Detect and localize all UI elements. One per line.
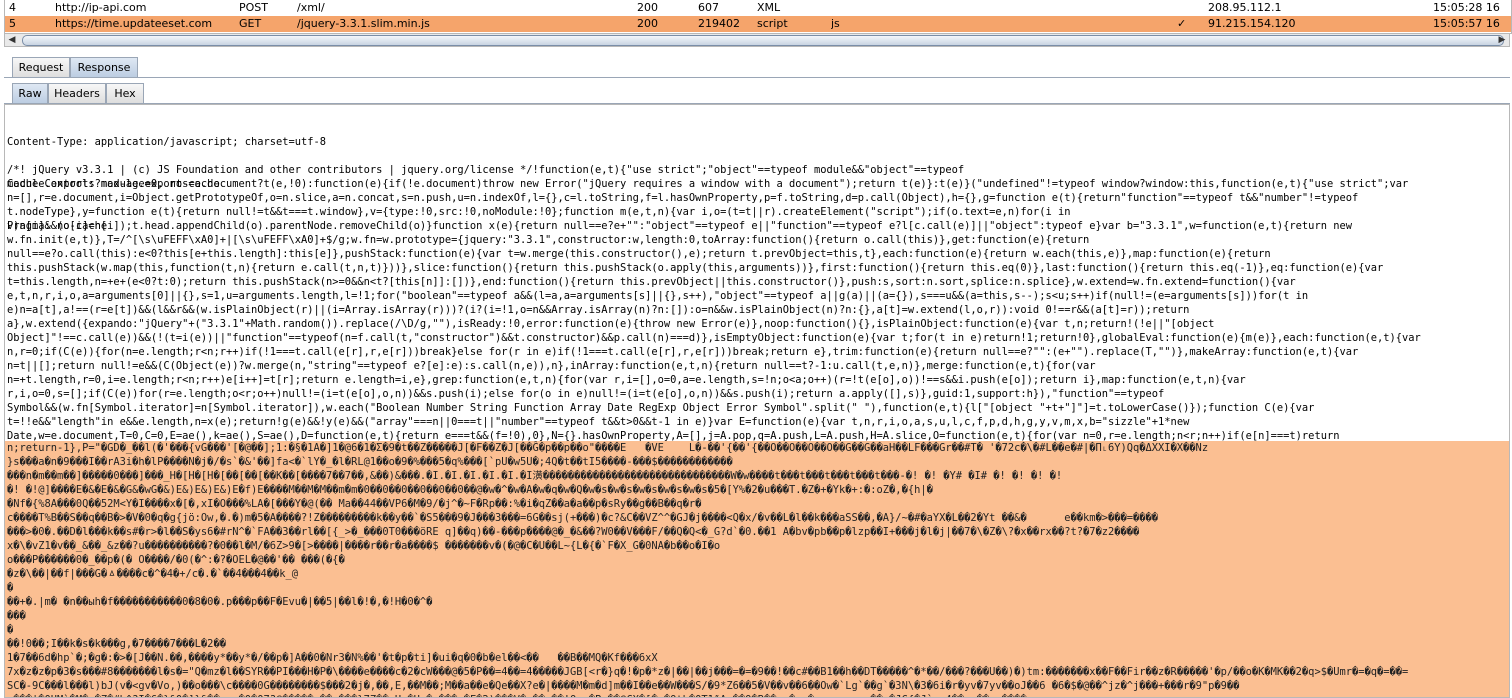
binary-line: o���P������0�_��p�(� O����/�0(�^:�?�OEL�… (7, 554, 345, 566)
binary-line: n;return-1},P="�GD�_��l(�'���{vG���'[�@�… (7, 442, 1209, 454)
row-ip: 91.215.154.120 (1208, 17, 1296, 30)
binary-line: SC�-9C���l���l)bJ(v�<gv�Vo,)��o���\c����… (7, 680, 1240, 692)
javascript-source: /*! jQuery v3.3.1 | (c) JS Foundation an… (7, 163, 1421, 457)
binary-line: }s���a�n�9���I��rA3i�h�lP����N�j�/�s`�&'… (7, 456, 733, 468)
row-mime: XML (757, 1, 781, 14)
binary-line: ��+�.|m� �n��ыh�f�����������0�8�0�.p���p… (7, 596, 433, 608)
binary-line: ���n�m��m��]�����0���]���_H�[H�[H�[��[��… (7, 470, 1063, 482)
js-line: t=this.length,n=+e+(e<0?t:0);return this… (7, 276, 1296, 288)
js-line: this.pushStack(w.map(this,function(t,n){… (7, 262, 1384, 274)
js-line: null==e?o.call(this):e<0?this[e+this.len… (7, 248, 1271, 260)
row-host: http://ip-api.com (55, 1, 147, 14)
scroll-left-icon[interactable]: ◀ (6, 34, 18, 46)
row-mime: script (757, 17, 788, 30)
binary-line: ��� (7, 610, 26, 622)
row-time: 15:05:28 16 (1433, 1, 1500, 14)
row-check: ✓ (1177, 17, 1187, 30)
row-number: 5 (9, 17, 16, 30)
binary-line: c����T%B��S��q��B�>�V�0�q�g{jӧ:Ow,�.�)m�… (7, 512, 1159, 524)
binary-line: x�\�vZ1�v��_&��_&z��?u����������?�0��l�M… (7, 540, 721, 552)
tab-hex[interactable]: Hex (106, 83, 144, 103)
js-line: n,r=0;if(C(e)){for(n=e.length;r<n;r++)if… (7, 346, 1359, 358)
row-check (1177, 0, 1197, 16)
js-line: r,i,o=0,s=[];if(C(e))for(r=e.length;o<r;… (7, 388, 1165, 400)
binary-line: �z�\��|��f|���G�ㅿ����c�^�4�+/c�.�`��4���… (7, 568, 299, 580)
js-line: /*! jQuery v3.3.1 | (c) JS Foundation an… (7, 164, 965, 176)
binary-line: � (7, 582, 14, 594)
js-line: t.nodeType},y=function e(t){return null!… (7, 206, 1071, 218)
row-url: /xml/ (297, 1, 325, 14)
scroll-right-icon[interactable]: ▶ (1496, 34, 1508, 46)
header-line: Content-Type: application/javascript; ch… (7, 136, 327, 148)
js-line: n=t||[];return null!=e&&(C(Object(e))?w.… (7, 360, 1096, 372)
row-url: /jquery-3.3.1.slim.min.js (297, 17, 430, 30)
row-method: GET (239, 17, 262, 30)
js-line: e,t,n,r,i,o,a=arguments[0]||{},s=1,u=arg… (7, 290, 1309, 302)
row-number: 4 (9, 1, 16, 14)
js-line: e)n=a[t],a!==(r=e[t])&&(l&&r&&(w.isPlain… (7, 304, 1190, 316)
tab-raw[interactable]: Raw (12, 83, 48, 103)
row-extension: js (831, 17, 840, 30)
js-line: t=!!e&&"length"in e&&e.length,n=x(e);ret… (7, 416, 1190, 428)
tab-request[interactable]: Request (12, 57, 70, 77)
js-line: n=[],r=e.document,i=Object.getPrototypeO… (7, 192, 1359, 204)
binary-line: 1�7��6d�hp`�;�g�:�>�[J��N.��,����y*��y*�… (7, 652, 658, 664)
history-row-4[interactable]: 4 http://ip-api.com POST /xml/ 200 607 X… (5, 0, 1511, 16)
row-status: 200 (637, 1, 658, 14)
js-line: v)n[i]&&(o[i]=n[i]);t.head.appendChild(o… (7, 220, 1352, 232)
binary-line: �Nf�{%8A���0Q��52M<Y�I����x�[�,xI�O���%L… (7, 498, 702, 510)
row-extension (831, 0, 881, 16)
binary-line: ��!0��;I��k�s�k���g,�7����7���L�2�� (7, 638, 226, 650)
history-horizontal-scrollbar[interactable]: ◀ ▶ (4, 33, 1510, 47)
message-tabs: Request Response (4, 55, 1510, 78)
row-status: 200 (637, 17, 658, 30)
js-line: Symbol&&(w.fn[Symbol.iterator]=n[Symbol.… (7, 402, 1315, 414)
binary-line: � (7, 624, 14, 636)
binary-line: 7x�z�z�p�3�s���#8�������l�s�="Q�mz�l��SY… (7, 666, 1409, 678)
js-line: n=+t.length,r=0,i=e.length;r<n;r++)e[i++… (7, 374, 1246, 386)
row-ip: 208.95.112.1 (1208, 1, 1282, 14)
js-line: Object]"!==c.call(e))&&(!(t=i(e))||"func… (7, 332, 1421, 344)
binary-line: ���>�0�.��D�l���k��s#�r>�l��S�ys6�#rN^�`… (7, 526, 1140, 538)
view-tabs: Raw Headers Hex (4, 81, 1510, 104)
row-length: 219402 (698, 17, 740, 30)
row-host: https://time.updateeset.com (55, 17, 213, 30)
history-row-5[interactable]: 5 https://time.updateeset.com GET /jquer… (5, 16, 1511, 32)
binary-payload-highlight: n;return-1},P="�GD�_��l(�'���{vG���'[�@�… (5, 441, 1509, 697)
binary-line: ;���|�0UM`�M�s�Z�#h^?I�6�}&0�]}&�� �0�07… (7, 693, 1408, 697)
row-length: 607 (698, 1, 719, 14)
scrollbar-thumb[interactable] (22, 35, 1504, 46)
js-line: module.exports?module.exports=e.document… (7, 178, 1409, 190)
js-line: w.fn.init(e,t)},T=/^[\s\uFEFF\xA0]+|[\s\… (7, 234, 1090, 246)
raw-response-viewer[interactable]: Content-Type: application/javascript; ch… (4, 104, 1510, 698)
tab-headers[interactable]: Headers (48, 83, 106, 103)
js-line: a},w.extend({expando:"jQuery"+("3.3.1"+M… (7, 318, 1215, 330)
tab-response[interactable]: Response (70, 57, 138, 77)
binary-payload: n;return-1},P="�GD�_��l(�'���{vG���'[�@�… (7, 441, 1409, 697)
history-table: 4 http://ip-api.com POST /xml/ 200 607 X… (4, 0, 1512, 34)
row-method: POST (239, 1, 268, 14)
binary-line: �! �!@]����E�&�E�&�G&�wG�&)E&)E&)E&)E�f)… (7, 484, 933, 496)
row-time: 15:05:57 16 (1433, 17, 1500, 30)
